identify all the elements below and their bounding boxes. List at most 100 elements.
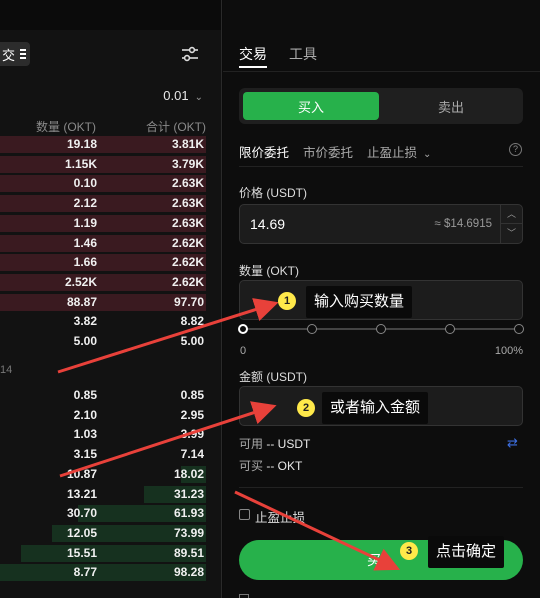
slider-stop[interactable] <box>376 324 386 334</box>
tab-market-order[interactable]: 市价委托 <box>303 142 353 161</box>
orderbook-row[interactable]: 19.18 3.81K <box>0 135 221 154</box>
orderbook-row[interactable]: 30.70 61.93 <box>0 504 221 523</box>
orderbook-row[interactable]: 2.52K 2.62K <box>0 273 221 292</box>
step-3-callout: 点击确定 <box>428 536 505 568</box>
tpsl-checkbox[interactable] <box>239 509 250 520</box>
row-qty: 2.10 <box>73 407 97 422</box>
orderbook-row[interactable]: 0.10 2.63K <box>0 174 221 193</box>
divider <box>239 487 523 488</box>
row-qty: 2.12 <box>73 196 97 211</box>
row-sum: 61.93 <box>173 506 204 521</box>
step-1-callout: 输入购买数量 <box>306 286 413 318</box>
row-sum: 3.79K <box>171 156 204 171</box>
price-label: 价格 (USDT) <box>239 186 307 200</box>
row-qty: 30.70 <box>66 506 97 521</box>
orderbook-row[interactable]: 1.03 3.99 <box>0 425 221 444</box>
slider-min-label: 0 <box>240 345 247 357</box>
segment-label: 交 <box>2 47 16 63</box>
buy-side-button[interactable]: 买入 <box>243 92 379 120</box>
active-tab-indicator <box>239 66 267 68</box>
step-2-badge: 2 <box>297 399 315 417</box>
bottom-checkbox[interactable] <box>239 594 249 598</box>
slider-stop[interactable] <box>514 324 524 334</box>
row-qty: 19.18 <box>66 137 97 151</box>
step-3-badge: 3 <box>400 542 418 560</box>
row-qty: 13.21 <box>66 486 97 501</box>
row-qty: 3.82 <box>73 314 97 329</box>
price-approx-usd: ≈ $14.6915 <box>434 218 492 230</box>
view-segment-button[interactable]: 交 <box>0 42 30 66</box>
orderbook-row[interactable]: 1.19 2.63K <box>0 214 221 233</box>
row-qty: 1.66 <box>73 255 97 270</box>
row-qty: 88.87 <box>66 294 97 309</box>
orderbook-row[interactable]: 5.00 5.00 <box>0 332 221 351</box>
max-buy: 可买 -- OKT <box>239 457 302 474</box>
price-input[interactable]: 14.69 ≈ $14.6915 ︿ ﹀ <box>239 204 523 244</box>
orderbook-row[interactable]: 88.87 97.70 <box>0 293 221 312</box>
row-sum: 3.81K <box>171 137 204 151</box>
orderbook-row[interactable]: 0.85 0.85 <box>0 386 221 405</box>
tab-trade[interactable]: 交易 <box>239 44 267 64</box>
orderbook-row[interactable]: 8.77 98.28 <box>0 563 221 582</box>
orderbook-row[interactable]: 15.51 89.51 <box>0 544 221 563</box>
row-sum: 2.95 <box>180 407 204 422</box>
orderbook-row[interactable]: 1.66 2.62K <box>0 253 221 272</box>
orderbook-row[interactable]: 10.87 18.02 <box>0 465 221 484</box>
chevron-up-icon[interactable]: ︿ <box>501 205 522 224</box>
slider-max-label: 100% <box>494 345 523 357</box>
row-sum: 2.63K <box>171 196 204 211</box>
row-sum: 97.70 <box>173 294 204 309</box>
chevron-down-icon[interactable]: ﹀ <box>501 224 522 243</box>
tpsl-checkbox-label: 止盈止损 <box>255 511 306 525</box>
row-qty: 15.51 <box>66 545 97 560</box>
row-sum: 31.23 <box>173 486 204 501</box>
orderbook-row[interactable]: 2.12 2.63K <box>0 194 221 213</box>
orderbook-row[interactable]: 2.10 2.95 <box>0 406 221 425</box>
max-buy-label: 可买 <box>239 459 264 473</box>
row-qty: 1.19 <box>73 215 97 230</box>
divider <box>239 166 523 167</box>
transfer-icon[interactable]: ⇄ <box>507 435 518 451</box>
orderbook-row[interactable]: 1.15K 3.79K <box>0 155 221 174</box>
tab-limit-order[interactable]: 限价委托 <box>239 142 289 161</box>
row-qty: 1.15K <box>64 156 97 171</box>
sum-column-header: 合计 (OKT) <box>146 120 206 134</box>
precision-select[interactable]: 0.01 ⌄ <box>163 88 203 103</box>
row-sum: 2.62K <box>171 255 204 270</box>
row-qty: 12.05 <box>66 525 97 540</box>
chevron-down-icon: ⌄ <box>194 92 203 103</box>
row-sum: 98.28 <box>173 565 204 580</box>
row-qty: 5.00 <box>73 334 97 348</box>
precision-value: 0.01 <box>163 88 189 103</box>
row-sum: 2.63K <box>171 215 204 230</box>
row-qty: 1.46 <box>73 235 97 250</box>
row-qty: 0.85 <box>73 388 97 402</box>
orderbook-row[interactable]: 12.05 73.99 <box>0 524 221 543</box>
tab-tools[interactable]: 工具 <box>289 44 317 64</box>
slider-stop[interactable] <box>238 324 248 334</box>
slider-stop[interactable] <box>307 324 317 334</box>
orderbook-row[interactable]: 3.15 7.14 <box>0 445 221 464</box>
orderbook-row[interactable]: 3.82 8.82 <box>0 312 221 331</box>
row-qty: 8.77 <box>73 565 97 580</box>
row-sum: 73.99 <box>173 525 204 540</box>
sliders-settings-icon[interactable] <box>180 44 200 64</box>
orderbook-row[interactable]: 13.21 31.23 <box>0 485 221 504</box>
order-book: 交 0.01 ⌄ 数量 (OKT) 合计 (OKT) 19.18 3.81K 1.15… <box>0 0 222 598</box>
sell-side-button[interactable]: 卖出 <box>383 92 519 120</box>
help-icon[interactable]: ? <box>509 143 522 156</box>
slider-stop[interactable] <box>445 324 455 334</box>
row-qty: 1.03 <box>73 427 97 442</box>
quantity-label: 数量 (OKT) <box>239 264 299 278</box>
chevron-down-icon: ⌄ <box>423 149 432 160</box>
available-value: -- USDT <box>266 437 311 451</box>
max-buy-value: -- OKT <box>266 459 303 473</box>
price-stepper: ︿ ﹀ <box>500 205 522 243</box>
row-qty: 0.10 <box>73 176 97 191</box>
tab-tpsl-order[interactable]: 止盈止损 ⌄ <box>367 142 431 161</box>
available-label: 可用 <box>239 437 264 451</box>
row-sum: 3.99 <box>180 427 204 442</box>
orderbook-row[interactable]: 1.46 2.62K <box>0 234 221 253</box>
available-balance: 可用 -- USDT <box>239 435 310 452</box>
row-sum: 2.62K <box>171 274 204 289</box>
